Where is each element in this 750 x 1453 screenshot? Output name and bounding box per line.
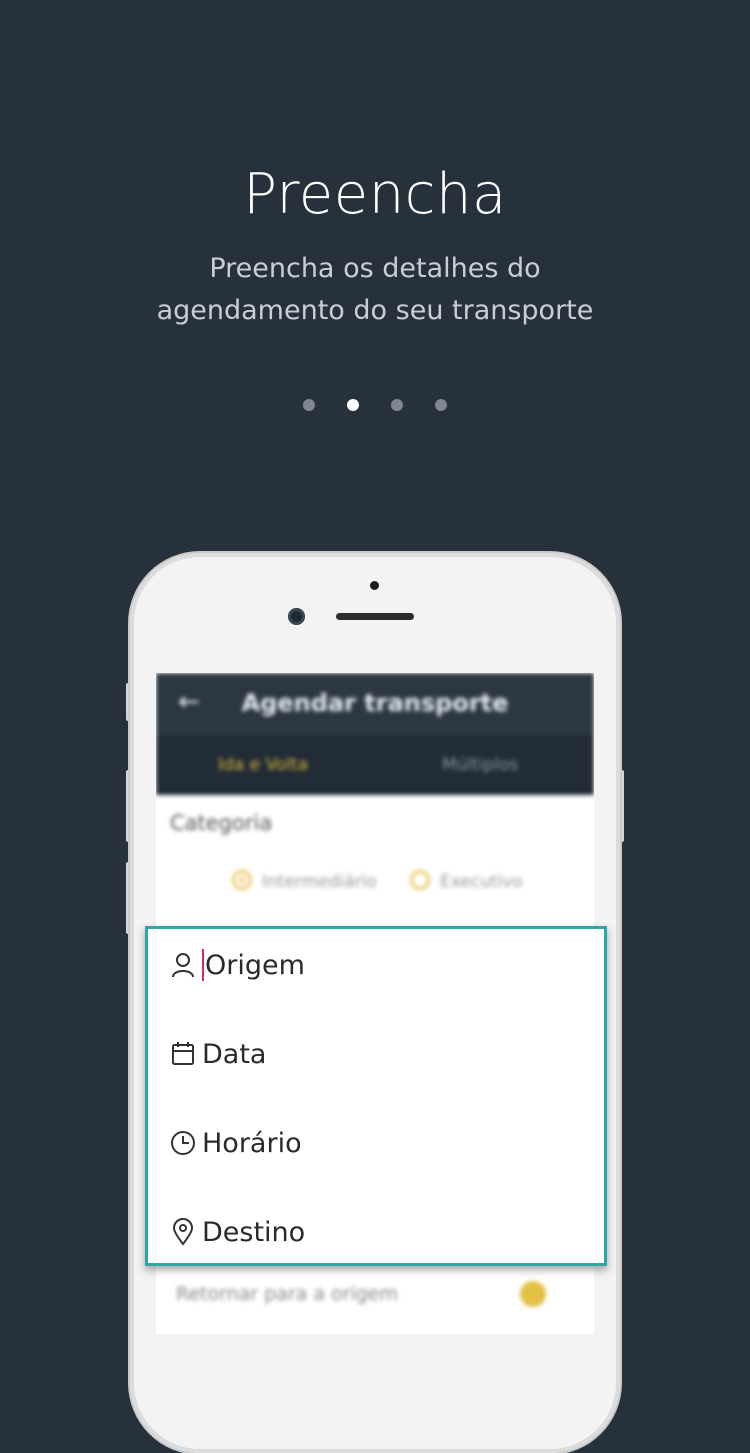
radio-executivo-label: Executivo (440, 872, 523, 892)
clock-icon (170, 1129, 196, 1157)
phone-camera-icon (288, 608, 305, 625)
date-field[interactable]: Data (170, 1034, 266, 1074)
tab-ida-e-volta[interactable]: Ida e Volta (218, 755, 308, 775)
trip-form-card: Origem Data Horário Destino (145, 926, 607, 1266)
phone-speaker (336, 613, 414, 620)
tab-bar: Ida e Volta Múltiplos (156, 735, 594, 795)
pagination-dot-3[interactable] (391, 399, 403, 411)
calendar-icon (170, 1040, 196, 1068)
location-pin-icon (170, 1218, 196, 1246)
destination-field[interactable]: Destino (170, 1212, 305, 1252)
page-subtitle: Preencha os detalhes do agendamento do s… (0, 248, 750, 332)
time-field-label: Horário (202, 1127, 302, 1159)
phone-sensor (370, 581, 379, 590)
subtitle-line-2: agendamento do seu transporte (156, 295, 594, 326)
pagination-dot-4[interactable] (435, 399, 447, 411)
app-bar-title: Agendar transporte (241, 689, 509, 717)
tab-multiplos[interactable]: Múltiplos (442, 755, 518, 775)
app-bar: ← Agendar transporte (156, 673, 594, 735)
radio-executivo[interactable] (410, 870, 430, 890)
pagination-dot-2-active[interactable] (347, 399, 359, 411)
destination-field-label: Destino (202, 1216, 306, 1248)
page-title: Preencha (243, 162, 507, 227)
subtitle-line-1: Preencha os detalhes do (209, 253, 541, 284)
person-icon (170, 951, 196, 979)
radio-intermediario-label: Intermediário (262, 872, 377, 892)
pagination-dot-1[interactable] (303, 399, 315, 411)
origin-field-label: Origem (205, 949, 305, 981)
text-cursor (202, 949, 204, 981)
return-to-origin-label: Retornar para a origem (176, 1283, 398, 1305)
radio-intermediario[interactable] (232, 870, 252, 890)
time-field[interactable]: Horário (170, 1123, 302, 1163)
date-field-label: Data (202, 1038, 267, 1070)
pagination-dots (0, 399, 750, 413)
return-to-origin-toggle[interactable] (520, 1281, 546, 1307)
origin-field[interactable]: Origem (170, 945, 305, 985)
category-label: Categoria (170, 811, 273, 835)
